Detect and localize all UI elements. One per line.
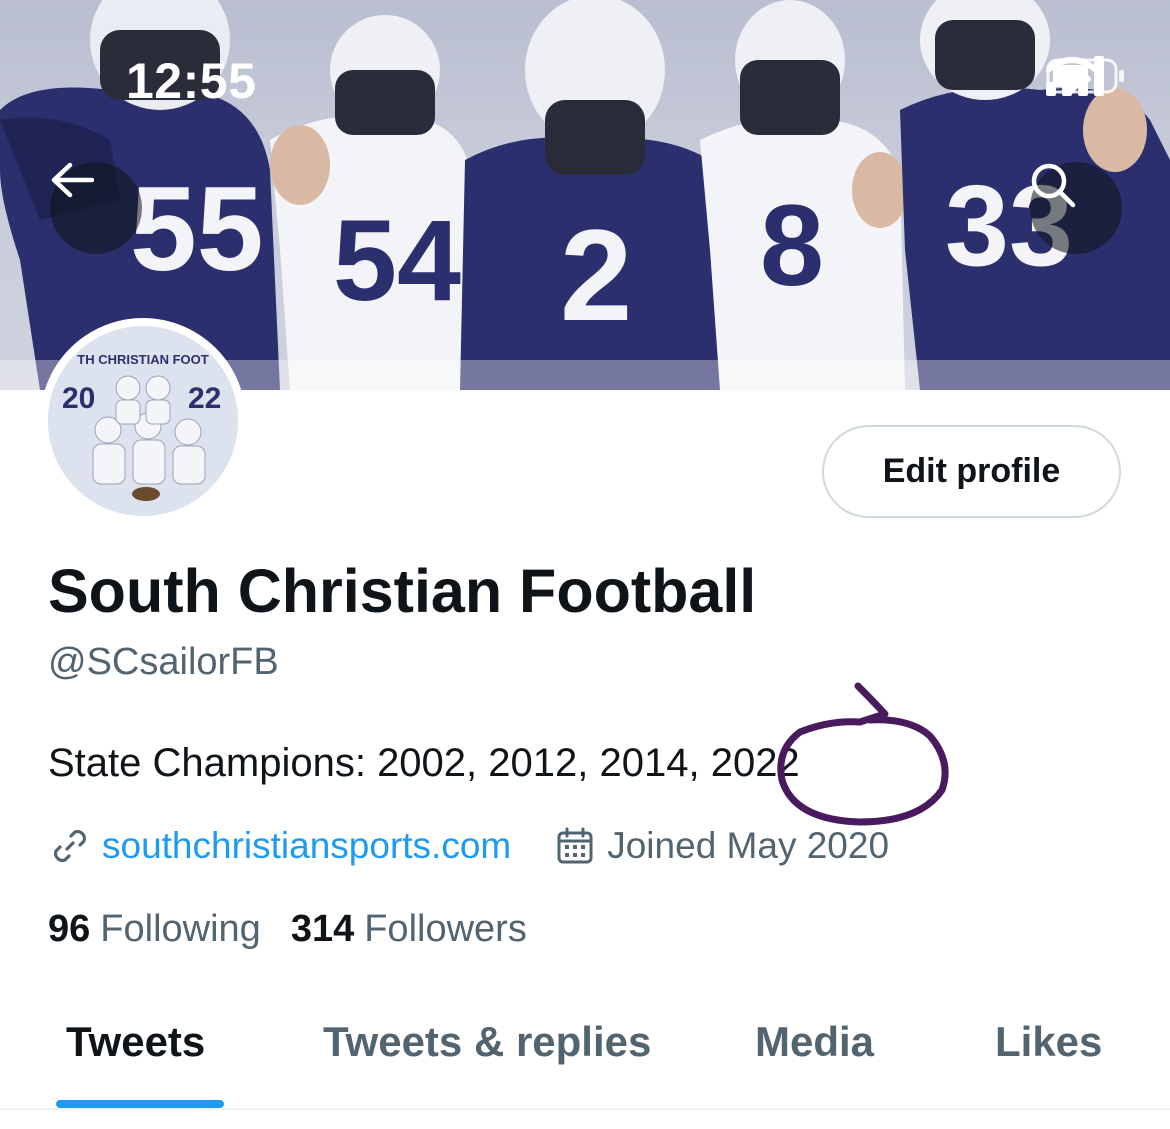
profile-tabs: Tweets Tweets & replies Media Likes bbox=[0, 1000, 1170, 1108]
annotation-circle bbox=[777, 682, 949, 826]
avatar-image: TH CHRISTIAN FOOT 20 22 bbox=[48, 326, 238, 516]
status-bar-icons bbox=[1046, 56, 1124, 100]
active-tab-indicator bbox=[56, 1100, 224, 1108]
link-icon bbox=[48, 824, 92, 868]
jersey-number-8: 8 bbox=[760, 182, 824, 310]
following-label: Following bbox=[100, 908, 261, 950]
tab-media[interactable]: Media bbox=[755, 1018, 874, 1066]
profile-joined: Joined May 2020 bbox=[553, 824, 889, 868]
joined-date: Joined May 2020 bbox=[607, 825, 890, 866]
tab-tweets-and-replies[interactable]: Tweets & replies bbox=[323, 1018, 651, 1066]
avatar-text-left: 20 bbox=[62, 382, 95, 415]
back-button[interactable] bbox=[50, 162, 142, 254]
jersey-number-54: 54 bbox=[333, 197, 461, 325]
following-count: 96 bbox=[48, 908, 91, 950]
profile-handle: @SCsailorFB bbox=[48, 641, 279, 683]
tab-likes[interactable]: Likes bbox=[995, 1018, 1102, 1066]
follow-stats: 96 Following 314 Followers bbox=[48, 908, 527, 951]
profile-bio: State Champions: 2002, 2012, 2014, 2022 bbox=[48, 741, 800, 785]
avatar-text-right: 22 bbox=[188, 382, 221, 415]
tab-tweets[interactable]: Tweets bbox=[66, 1018, 205, 1066]
jersey-number-2: 2 bbox=[560, 202, 632, 348]
following-link[interactable]: 96 Following bbox=[48, 908, 261, 951]
edit-profile-button[interactable]: Edit profile bbox=[822, 425, 1121, 518]
followers-count: 314 bbox=[290, 908, 355, 950]
tabs-divider bbox=[0, 1108, 1170, 1110]
profile-website[interactable]: southchristiansports.com bbox=[48, 824, 511, 868]
search-button[interactable] bbox=[1030, 162, 1122, 254]
followers-label: Followers bbox=[364, 908, 527, 950]
profile-avatar[interactable]: TH CHRISTIAN FOOT 20 22 bbox=[40, 318, 246, 524]
profile-meta-row: southchristiansports.com Joined May 2020 bbox=[48, 823, 889, 869]
avatar-text-top: TH CHRISTIAN FOOT bbox=[77, 352, 208, 367]
website-link[interactable]: southchristiansports.com bbox=[102, 825, 511, 867]
status-bar-time: 12:55 bbox=[126, 53, 257, 109]
followers-link[interactable]: 314 Followers bbox=[291, 908, 527, 951]
calendar-icon bbox=[553, 824, 597, 868]
jersey-number-55: 55 bbox=[130, 162, 263, 296]
profile-display-name: South Christian Football bbox=[48, 557, 757, 625]
